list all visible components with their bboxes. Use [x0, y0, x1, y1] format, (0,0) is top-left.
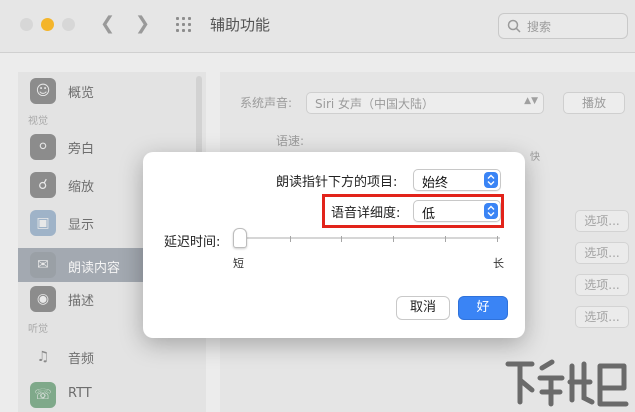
annotation-highlight-box	[322, 194, 504, 228]
chevron-updown-icon	[484, 172, 498, 188]
sidebar-section-vision: 视觉	[28, 116, 48, 127]
delay-slider-knob[interactable]	[233, 228, 247, 248]
sidebar-item-label: 朗读内容	[68, 261, 121, 276]
zoom-window-button[interactable]	[62, 18, 75, 31]
slider-min-label: 短	[233, 257, 244, 270]
slider-tick	[393, 236, 394, 242]
descriptions-icon: ◉	[30, 286, 56, 312]
delay-label: 延迟时间:	[164, 235, 221, 250]
audio-icon: ♫	[36, 349, 50, 365]
system-voice-label: 系统声音:	[240, 96, 293, 110]
rate-fast-label: 快	[530, 152, 540, 163]
sidebar-item-label: 音频	[68, 352, 95, 367]
options-button-3[interactable]: 选项...	[575, 274, 629, 296]
close-window-button[interactable]	[20, 18, 33, 31]
forward-button[interactable]: ❯	[135, 14, 150, 34]
rate-label: 语速:	[276, 134, 305, 148]
sidebar-item-overview[interactable]: ☺ 概览	[28, 76, 206, 106]
title-bar: ❮ ❯ 辅助功能 搜索	[0, 0, 635, 53]
zoom-icon: ☌	[30, 172, 56, 198]
system-voice-popup[interactable]: Siri 女声（中国大陆） ▲▼	[306, 92, 544, 114]
system-voice-value: Siri 女声（中国大陆）	[315, 97, 435, 111]
options-button-4[interactable]: 选项...	[575, 306, 629, 328]
sidebar-item-label: 缩放	[68, 180, 95, 195]
sidebar-item-label: 概览	[68, 86, 95, 101]
search-placeholder: 搜索	[527, 20, 552, 34]
slider-tick	[341, 236, 342, 242]
slider-tick	[445, 236, 446, 242]
rtt-icon: ☏	[30, 382, 56, 408]
chevron-updown-icon: ▲▼	[524, 96, 538, 106]
options-button-1[interactable]: 选项...	[575, 210, 629, 232]
accessibility-icon: ☺	[30, 78, 56, 104]
search-field[interactable]: 搜索	[498, 13, 628, 39]
watermark-logo	[505, 359, 629, 407]
speak-under-pointer-label: 朗读指针下方的项目:	[276, 175, 398, 190]
minimize-window-button[interactable]	[41, 18, 54, 31]
sidebar-item-label: 显示	[68, 218, 95, 233]
sidebar-section-hearing: 听觉	[28, 324, 48, 335]
voiceover-icon: ⚪	[30, 134, 56, 160]
sidebar-item-label: RTT	[68, 386, 92, 401]
options-button-2[interactable]: 选项...	[575, 242, 629, 264]
speak-under-pointer-popup[interactable]: 始终	[413, 169, 501, 191]
speech-icon: ✉	[30, 252, 56, 278]
play-button[interactable]: 播放	[563, 92, 625, 114]
window-title: 辅助功能	[210, 16, 271, 34]
sidebar-item-label: 旁白	[68, 142, 95, 157]
ok-button[interactable]: 好	[458, 296, 508, 320]
sidebar-item-audio[interactable]: ♫ 音频	[28, 342, 206, 372]
show-all-grid-icon[interactable]	[176, 17, 194, 33]
speak-under-pointer-value: 始终	[422, 176, 449, 191]
slider-tick	[290, 236, 291, 242]
delay-slider-track[interactable]	[240, 237, 500, 239]
sidebar-item-label: 描述	[68, 294, 95, 309]
slider-max-label: 长	[493, 257, 504, 270]
cancel-button[interactable]: 取消	[396, 296, 450, 320]
search-icon	[507, 19, 521, 33]
slider-tick	[497, 236, 498, 242]
back-button[interactable]: ❮	[100, 14, 115, 34]
display-icon: ▣	[30, 210, 56, 236]
sidebar-item-rtt[interactable]: ☏ RTT	[28, 380, 206, 410]
